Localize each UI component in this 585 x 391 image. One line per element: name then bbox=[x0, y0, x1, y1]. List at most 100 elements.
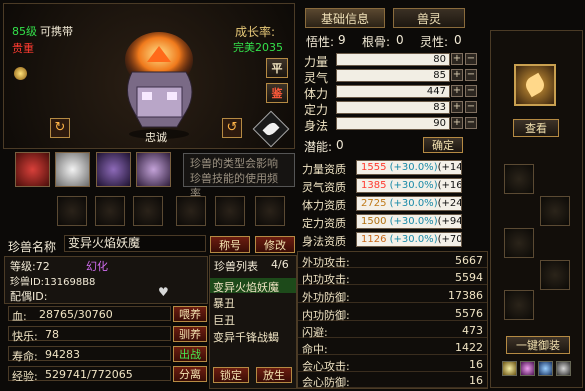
tab-basic-info[interactable]: 基础信息 bbox=[305, 8, 385, 28]
exp-bar: 经验: 529741/772065 bbox=[8, 366, 171, 383]
attr-value: 85 bbox=[336, 69, 450, 82]
release-button[interactable]: 分离 bbox=[173, 366, 207, 382]
skill-tip-text: 珍兽的类型会影响珍兽技能的使用频率 bbox=[190, 157, 278, 200]
aptitude-label: 身法资质 bbox=[302, 235, 346, 248]
pet-name-caption: 忠诚 bbox=[145, 131, 167, 144]
aptitude-base: 1555 bbox=[361, 162, 387, 173]
agility-minus-button[interactable]: − bbox=[465, 117, 477, 129]
combat-row: 会心攻击: 16 bbox=[298, 357, 487, 373]
confirm-button[interactable]: 确定 bbox=[423, 137, 463, 153]
bottom-icon-4[interactable] bbox=[556, 361, 571, 376]
feed-button[interactable]: 喂养 bbox=[173, 306, 207, 322]
appraise-button[interactable]: 鉴 bbox=[266, 83, 288, 103]
battle-button[interactable]: 出战 bbox=[173, 346, 207, 362]
strength-minus-button[interactable]: − bbox=[465, 53, 477, 65]
aptitude-bonus: (+163) bbox=[437, 180, 462, 191]
train-button[interactable]: 驯养 bbox=[173, 326, 207, 342]
combat-label: 外功防御: bbox=[302, 291, 350, 304]
rotate-right-button[interactable]: ↺ bbox=[222, 118, 242, 138]
skill-slot-6[interactable] bbox=[255, 196, 285, 226]
flat-button[interactable]: 平 bbox=[266, 58, 288, 78]
focus-minus-button[interactable]: − bbox=[465, 101, 477, 113]
attr-row-focus: 定力 83 bbox=[304, 100, 464, 117]
aptitude-value: 2725 (+30.0%)(+248) bbox=[356, 196, 462, 211]
combat-label: 会心攻击: bbox=[302, 360, 350, 373]
aptitude-row: 力量资质 1555 (+30.0%)(+142) bbox=[302, 160, 462, 176]
pet-thumb-2[interactable] bbox=[55, 152, 90, 187]
aptitude-label: 体力资质 bbox=[302, 199, 346, 212]
combat-value: 5576 bbox=[455, 307, 483, 320]
modify-button[interactable]: 修改 bbox=[255, 236, 295, 253]
aptitude-label: 定力资质 bbox=[302, 217, 346, 230]
lifespan-value: 94283 bbox=[45, 348, 80, 361]
strength-plus-button[interactable]: + bbox=[451, 53, 463, 65]
combat-row: 闪避: 473 bbox=[298, 323, 487, 339]
pet-spouse-line: 配偶ID: bbox=[10, 290, 48, 303]
stamina-minus-button[interactable]: − bbox=[465, 85, 477, 97]
pet-thumb-1[interactable] bbox=[15, 152, 50, 187]
aptitude-label: 灵气资质 bbox=[302, 181, 346, 194]
lock-button[interactable]: 锁定 bbox=[213, 367, 249, 383]
gengu-label: 根骨: bbox=[362, 35, 391, 49]
title-button[interactable]: 称号 bbox=[210, 236, 250, 253]
pet-name-input[interactable]: 变异火焰妖魔 bbox=[64, 235, 206, 252]
bottom-icon-2[interactable] bbox=[520, 361, 535, 376]
spirit-plus-button[interactable]: + bbox=[451, 69, 463, 81]
equip-slot-3[interactable] bbox=[504, 228, 534, 258]
breed-button[interactable]: 放生 bbox=[256, 367, 292, 383]
rotate-left-button[interactable]: ↻ bbox=[50, 118, 70, 138]
pet-phantom-text: 幻化 bbox=[86, 260, 108, 273]
exp-value: 529741/772065 bbox=[45, 368, 133, 381]
equip-slot-5[interactable] bbox=[504, 290, 534, 320]
aptitude-value: 1385 (+30.0%)(+163) bbox=[356, 178, 462, 193]
agility-plus-button[interactable]: + bbox=[451, 117, 463, 129]
pet-list-header: 珍兽列表 bbox=[214, 260, 258, 273]
gengu-value: 0 bbox=[396, 33, 404, 47]
pet-list-item-4[interactable]: 变异千锋战蝎 bbox=[213, 329, 279, 345]
pet-thumb-3[interactable] bbox=[96, 152, 131, 187]
combat-row: 外功攻击: 5667 bbox=[298, 253, 487, 269]
aptitude-base: 1500 bbox=[361, 216, 387, 227]
attr-row-strength: 力量 80 bbox=[304, 52, 464, 69]
aptitude-pct: (+30.0%) bbox=[389, 180, 438, 191]
attr-value: 90 bbox=[336, 117, 450, 130]
bottom-icon-3[interactable] bbox=[538, 361, 553, 376]
equip-slot-2[interactable] bbox=[540, 196, 570, 226]
tab-beast-spirit[interactable]: 兽灵 bbox=[393, 8, 465, 28]
combat-row: 外功防御: 17386 bbox=[298, 288, 487, 304]
lifespan-bar: 寿命: 94283 bbox=[8, 346, 171, 363]
attr-row-spirit: 灵气 85 bbox=[304, 68, 464, 85]
skill-slot-3[interactable] bbox=[133, 196, 163, 226]
skill-slot-5[interactable] bbox=[215, 196, 245, 226]
pet-list-item-2[interactable]: 暴丑 bbox=[213, 295, 235, 311]
attr-row-agility: 身法 90 bbox=[304, 116, 464, 133]
pet-name-value: 变异火焰妖魔 bbox=[68, 236, 141, 250]
aptitude-row: 体力资质 2725 (+30.0%)(+248) bbox=[302, 196, 462, 212]
equip-one-button[interactable]: 一键御装 bbox=[506, 336, 570, 354]
aptitude-row: 身法资质 1126 (+30.0%)(+70) bbox=[302, 232, 462, 248]
bottom-icon-1[interactable] bbox=[502, 361, 517, 376]
aptitude-row: 灵气资质 1385 (+30.0%)(+163) bbox=[302, 178, 462, 194]
spirit-minus-button[interactable]: − bbox=[465, 69, 477, 81]
aptitude-bonus: (+94) bbox=[437, 216, 462, 227]
combat-label: 内功防御: bbox=[302, 309, 350, 322]
aptitude-bonus: (+142) bbox=[437, 162, 462, 173]
aptitude-pct: (+30.0%) bbox=[389, 198, 438, 209]
skill-slot-2[interactable] bbox=[95, 196, 125, 226]
happiness-bar: 快乐: 78 bbox=[8, 326, 171, 343]
hp-label: 血: bbox=[12, 310, 27, 323]
attr-value: 80 bbox=[336, 53, 450, 66]
pet-list-item-3[interactable]: 巨丑 bbox=[213, 312, 235, 328]
stamina-plus-button[interactable]: + bbox=[451, 85, 463, 97]
focus-plus-button[interactable]: + bbox=[451, 101, 463, 113]
pet-level-line: 等级:72 bbox=[10, 260, 50, 273]
combat-row: 内功防御: 5576 bbox=[298, 306, 487, 322]
skill-slot-1[interactable] bbox=[57, 196, 87, 226]
equip-slot-4[interactable] bbox=[540, 260, 570, 290]
aptitude-base: 1126 bbox=[361, 234, 387, 245]
view-button[interactable]: 查看 bbox=[513, 119, 559, 137]
skill-slot-4[interactable] bbox=[176, 196, 206, 226]
equip-slot-1[interactable] bbox=[504, 164, 534, 194]
pet-list-item-1[interactable]: 变异火焰妖魔 bbox=[213, 279, 279, 295]
pet-thumb-4[interactable] bbox=[136, 152, 171, 187]
